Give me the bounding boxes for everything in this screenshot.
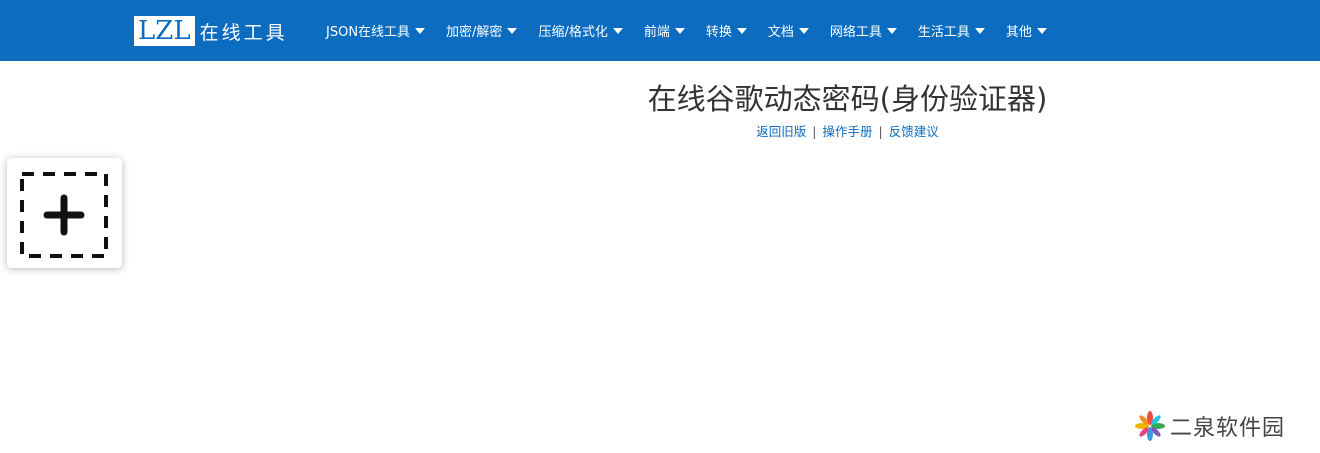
- nav-item-convert[interactable]: 转换: [706, 21, 747, 40]
- nav-item-json-tools[interactable]: JSON在线工具: [326, 21, 426, 40]
- caret-down-icon: [736, 28, 747, 34]
- nav-item-label: 网络工具: [829, 25, 882, 40]
- nav-item-frontend[interactable]: 前端: [644, 21, 685, 40]
- nav-item-label: 前端: [643, 25, 670, 40]
- caret-down-icon: [974, 28, 985, 34]
- watermark: 二泉软件园: [1134, 410, 1285, 442]
- caret-down-icon: [798, 28, 809, 34]
- nav-item-encrypt-decrypt[interactable]: 加密/解密: [446, 21, 518, 40]
- add-icon: [20, 172, 108, 258]
- page-title: 在线谷歌动态密码(身份验证器): [647, 82, 1048, 116]
- watermark-text: 二泉软件园: [1170, 416, 1286, 441]
- brand-logo[interactable]: LZL 在线工具: [134, 16, 288, 46]
- old-version-link[interactable]: 返回旧版: [756, 124, 806, 139]
- link-separator: |: [812, 124, 817, 139]
- nav-item-label: 文档: [767, 25, 794, 40]
- nav-item-compress-format[interactable]: 压缩/格式化: [538, 21, 623, 40]
- nav-item-label: 加密/解密: [446, 25, 503, 40]
- caret-down-icon: [674, 28, 685, 34]
- manual-link[interactable]: 操作手册: [822, 124, 872, 139]
- nav-menu: JSON在线工具 加密/解密 压缩/格式化 前端 转换 文档 网络工具 生活工具…: [326, 0, 1068, 61]
- add-account-button[interactable]: [7, 158, 122, 268]
- pinwheel-logo-icon: [1135, 411, 1165, 441]
- header-links: 返回旧版 | 操作手册 | 反馈建议: [520, 121, 1175, 140]
- caret-down-icon: [415, 28, 426, 34]
- nav-item-label: 压缩/格式化: [538, 25, 608, 40]
- caret-down-icon: [507, 28, 518, 34]
- nav-item-label: 其他: [1005, 25, 1032, 40]
- feedback-link[interactable]: 反馈建议: [889, 124, 939, 139]
- caret-down-icon: [1036, 28, 1047, 34]
- nav-item-label: 生活工具: [917, 25, 970, 40]
- caret-down-icon: [612, 28, 623, 34]
- brand-logo-box: LZL: [134, 16, 195, 46]
- top-navbar: LZL 在线工具 JSON在线工具 加密/解密 压缩/格式化 前端 转换 文档 …: [0, 0, 1320, 61]
- nav-item-docs[interactable]: 文档: [768, 21, 809, 40]
- nav-item-label: 转换: [705, 25, 732, 40]
- brand-name: 在线工具: [199, 21, 288, 44]
- nav-item-network-tools[interactable]: 网络工具: [830, 21, 897, 40]
- nav-item-other[interactable]: 其他: [1006, 21, 1047, 40]
- nav-item-label: JSON在线工具: [326, 25, 411, 40]
- caret-down-icon: [886, 28, 897, 34]
- link-separator: |: [878, 124, 883, 139]
- nav-item-life-tools[interactable]: 生活工具: [918, 21, 985, 40]
